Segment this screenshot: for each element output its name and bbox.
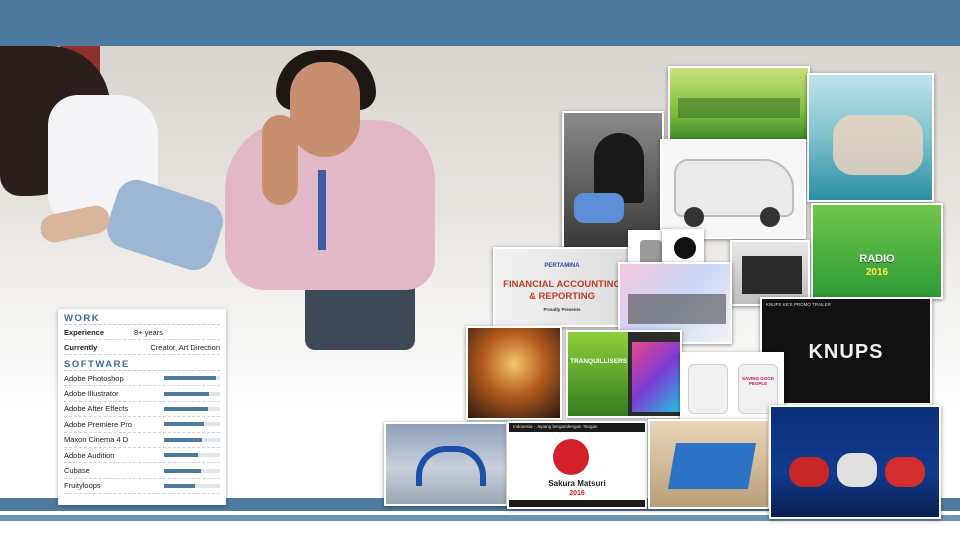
skill-bar-fill: [164, 468, 201, 473]
sakura-video-title: Indonesia - Jepang bergandengan Tangan: [513, 424, 598, 429]
software-name: Adobe Audition: [64, 450, 115, 460]
thumb-booth-blue: [648, 419, 770, 509]
skill-bar-fill: [164, 406, 208, 411]
skills-card: WORK Experience 8+ years Currently Creat…: [58, 309, 226, 505]
skill-bar: [164, 406, 220, 411]
software-heading: SOFTWARE: [64, 358, 220, 371]
software-name: Adobe After Effects: [64, 404, 129, 414]
skill-bar: [164, 437, 220, 442]
thumb-gate-render: [384, 422, 508, 506]
skill-bar-fill: [164, 453, 198, 458]
radio-year: 2016: [865, 267, 889, 278]
software-name: Adobe Premiere Pro: [64, 419, 132, 429]
thumb-van: [660, 139, 806, 239]
financial-title-2: & REPORTING: [529, 291, 595, 302]
software-row: Adobe Audition: [64, 448, 220, 464]
software-row: Adobe Photoshop: [64, 371, 220, 387]
skill-bar-fill: [164, 422, 205, 427]
software-name: Fruityloops: [64, 481, 101, 491]
skill-bar: [164, 468, 220, 473]
skill-bar-fill: [164, 483, 195, 488]
software-name: Maxon Cinema 4 D: [64, 435, 129, 445]
skill-bar-fill: [164, 391, 209, 396]
skill-bar: [164, 391, 220, 396]
radio-text: RADIO: [859, 253, 895, 265]
knups-logo: KNUPS: [808, 341, 884, 363]
sakura-title: Sakura Matsuri: [548, 479, 606, 488]
software-row: Cubase: [64, 463, 220, 479]
person-center-face: [290, 62, 360, 157]
software-row: Adobe Premiere Pro: [64, 417, 220, 433]
software-row: Maxon Cinema 4 D: [64, 433, 220, 448]
sakura-year: 2016: [569, 490, 585, 497]
work-value: Creator, Art Direction: [150, 343, 220, 352]
skill-bar: [164, 483, 220, 488]
skill-bar-fill: [164, 376, 216, 381]
work-row-experience: Experience 8+ years: [64, 325, 220, 340]
software-row: Fruityloops: [64, 479, 220, 495]
work-row-currently: Currently Creator, Art Direction: [64, 340, 220, 355]
thumb-radio-bus: RADIO 2016: [811, 203, 943, 299]
thumb-action-poster: [466, 326, 562, 420]
software-list: Adobe Photoshop Adobe Illustrator Adobe …: [64, 371, 220, 495]
thumb-tranquillisers: TRANQUILLISERS: [566, 330, 682, 418]
knups-video-title: KNUPS KE'S PROMO TRAILER: [766, 302, 832, 307]
top-band: [0, 0, 960, 46]
person-center-arm: [262, 115, 298, 205]
work-label: Currently: [64, 343, 98, 352]
thumb-financial-accounting: PERTAMINA FINANCIAL ACCOUNTING & REPORTI…: [493, 247, 631, 327]
work-value: 8+ years: [134, 328, 163, 337]
thumb-motorcycle-ad: [769, 405, 941, 519]
skill-bar: [164, 376, 220, 381]
person-center-lanyard: [318, 170, 326, 250]
thumb-train-ad: [807, 73, 934, 202]
thumb-knups-video: KNUPS KE'S PROMO TRAILER KNUPS: [760, 297, 932, 405]
tshirt-text: SAVING GOOD PEOPLE: [742, 376, 774, 386]
work-label: Experience: [64, 328, 105, 337]
thumb-event-poster-top: [668, 66, 810, 142]
software-name: Adobe Illustrator: [64, 389, 119, 399]
skill-bar-fill: [164, 437, 203, 442]
software-name: Cubase: [64, 466, 90, 476]
financial-title-1: FINANCIAL ACCOUNTING: [503, 279, 621, 290]
skill-bar: [164, 453, 220, 458]
thumb-sakura-matsuri: Indonesia - Jepang bergandengan Tangan S…: [507, 421, 647, 509]
software-name: Adobe Photoshop: [64, 373, 124, 383]
work-heading: WORK: [64, 312, 220, 325]
tranquillisers-title: TRANQUILLISERS: [570, 358, 628, 365]
software-row: Adobe After Effects: [64, 402, 220, 418]
skill-bar: [164, 422, 220, 427]
pertamina-brand: PERTAMINA: [544, 263, 580, 269]
financial-subtitle: Proudly Presents: [543, 307, 581, 312]
software-row: Adobe Illustrator: [64, 386, 220, 402]
